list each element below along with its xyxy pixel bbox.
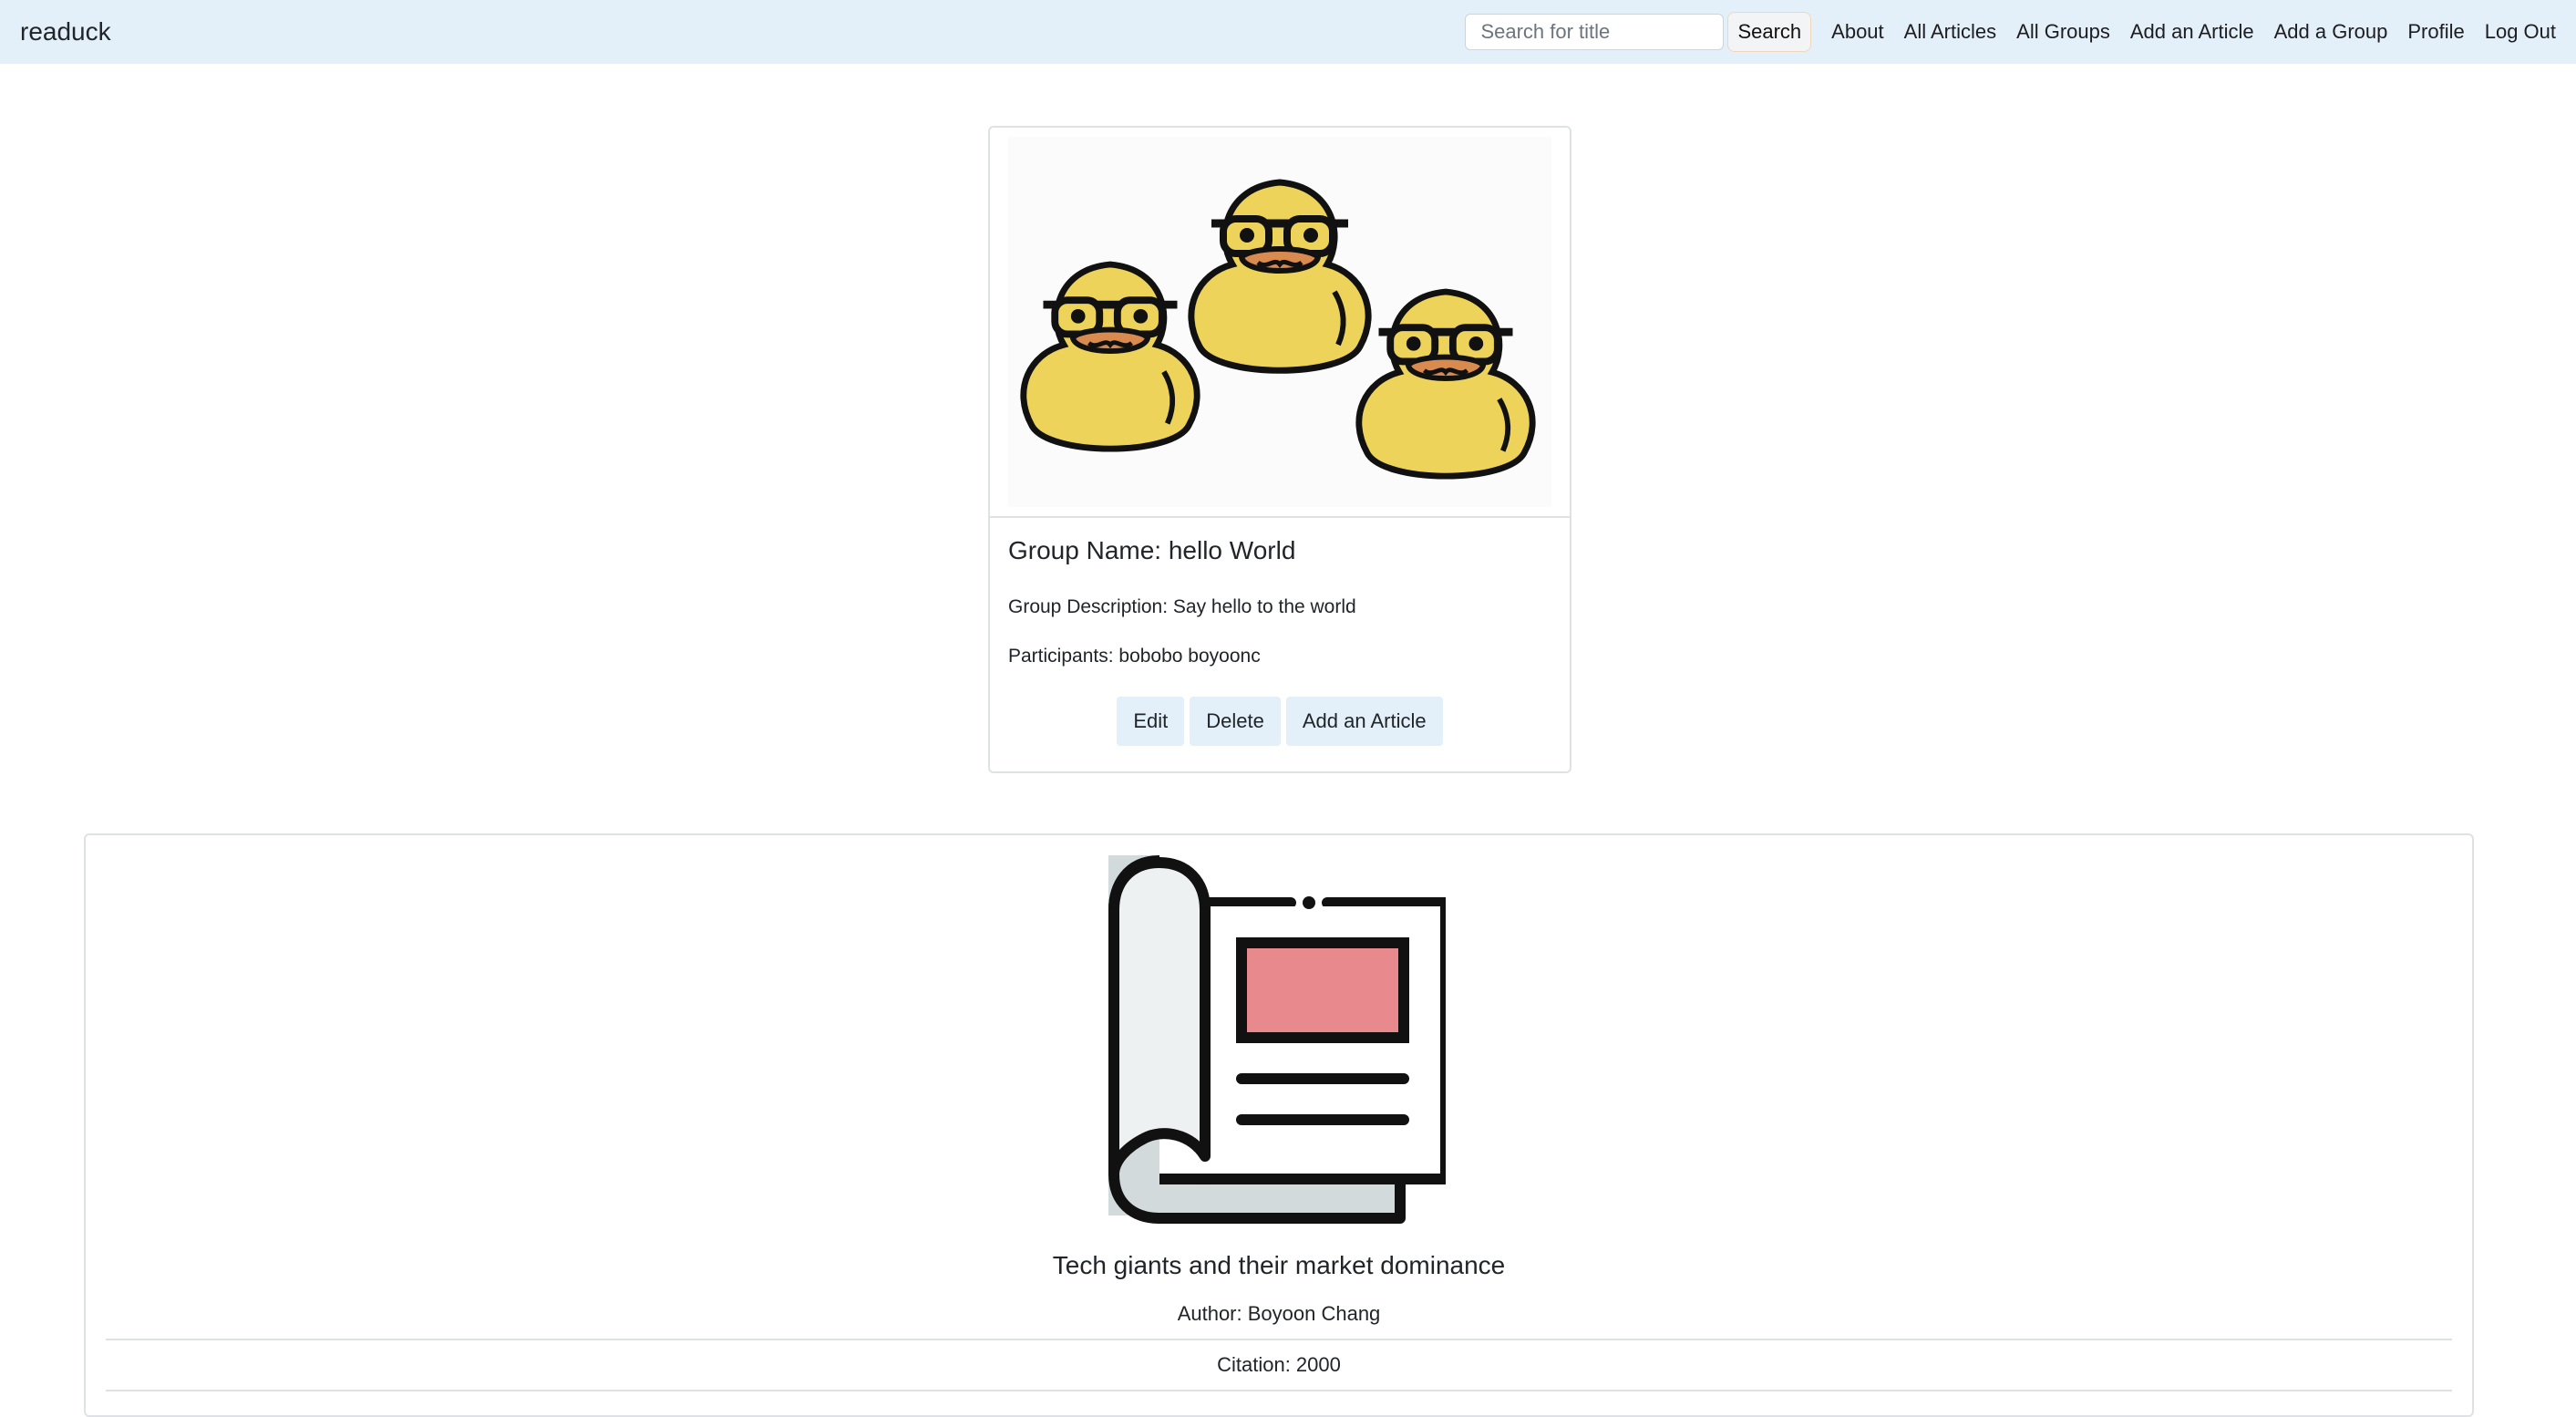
group-description: Group Description: Say hello to the worl… — [1008, 596, 1356, 617]
article-card[interactable]: Tech giants and their market dominance A… — [84, 833, 2474, 1417]
nav-link-log-out[interactable]: Log Out — [2485, 20, 2556, 44]
group-image-container — [990, 128, 1570, 518]
navbar: readuck Search About All Articles All Gr… — [0, 0, 2576, 64]
nav-link-all-articles[interactable]: All Articles — [1904, 20, 1996, 44]
brand-link[interactable]: readuck — [20, 17, 111, 47]
nav-right: Search About All Articles All Groups Add… — [1465, 12, 2556, 52]
article-author: Author: Boyoon Chang — [1177, 1302, 1381, 1325]
article-title: Tech giants and their market dominance — [1052, 1251, 1506, 1279]
group-name: Group Name: hello World — [1008, 536, 1296, 564]
group-actions: Edit Delete Add an Article — [1008, 697, 1551, 746]
nav-link-add-article[interactable]: Add an Article — [2130, 20, 2254, 44]
edit-button[interactable]: Edit — [1117, 697, 1185, 746]
duck-group-icon — [1008, 137, 1551, 507]
search-button[interactable]: Search — [1727, 12, 1812, 52]
nav-link-about[interactable]: About — [1831, 20, 1884, 44]
article-citation: Citation: 2000 — [1217, 1353, 1341, 1376]
search-input[interactable] — [1465, 14, 1725, 50]
group-participants: Participants: bobobo boyoonc — [1008, 646, 1261, 667]
add-article-button[interactable]: Add an Article — [1285, 697, 1443, 746]
divider — [106, 1390, 2452, 1391]
delete-button[interactable]: Delete — [1190, 697, 1281, 746]
nav-link-all-groups[interactable]: All Groups — [2016, 20, 2110, 44]
newspaper-icon — [1108, 855, 1446, 1224]
nav-link-profile[interactable]: Profile — [2407, 20, 2464, 44]
nav-link-add-group[interactable]: Add a Group — [2274, 20, 2388, 44]
divider — [106, 1339, 2452, 1340]
group-body: Group Name: hello World Group Descriptio… — [990, 518, 1570, 746]
group-card: Group Name: hello World Group Descriptio… — [988, 126, 1571, 773]
